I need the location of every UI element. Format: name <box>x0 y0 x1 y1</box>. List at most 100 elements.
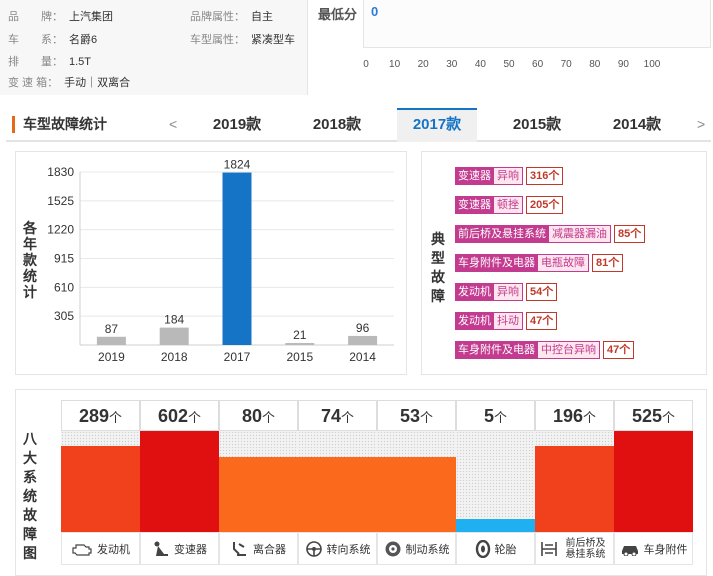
y-tick-label: 305 <box>54 309 74 323</box>
count-unit: 个 <box>420 410 434 425</box>
system-fault-count: 602个 <box>140 400 219 431</box>
fault-category: 变速器 <box>455 196 494 214</box>
system-fault-count: 289个 <box>61 400 140 431</box>
y-tick-label: 1220 <box>47 223 74 237</box>
tab-next-arrow[interactable]: > <box>697 116 705 132</box>
tab-2018[interactable]: 2018款 <box>297 108 377 142</box>
series-key: 车 系： <box>8 34 63 46</box>
system-label-text: 轮胎 <box>494 543 517 556</box>
typical-fault-item[interactable]: 车身附件及电器 中控台异响 47个 <box>455 340 635 360</box>
system-column[interactable]: 74个转向系统 <box>298 400 377 565</box>
yearly-fault-chart-panel: 各年款统计 305 610 915 1220 1525 1830 87 2019 184 2018… <box>15 151 407 375</box>
tab-2015[interactable]: 2015款 <box>497 108 577 142</box>
system-label: 转向系统 <box>298 532 377 565</box>
info-row-brand-attr: 品牌属性： 自主 <box>190 8 273 24</box>
car-info-panel: 品 牌： 上汽集团 品牌属性： 自主 车 系： 名爵6 车型属性： 紧凑型车 排 量： 1… <box>0 0 308 95</box>
system-column[interactable]: 196个 前后桥及悬挂系统 <box>535 400 614 565</box>
score-tick-label: 50 <box>503 59 515 70</box>
bar-value-label: 87 <box>105 322 119 336</box>
typical-fault-item[interactable]: 车身附件及电器 电瓶故障 81个 <box>455 253 624 273</box>
bar-2015 <box>285 343 315 345</box>
fault-type: 异响 <box>494 167 523 185</box>
score-bar-track <box>363 0 711 48</box>
steering-wheel-icon <box>305 540 327 558</box>
info-row-car-type: 车型属性： 紧凑型车 <box>190 31 295 47</box>
y-tick-label: 610 <box>54 280 74 294</box>
system-label-text: 车身附件 <box>643 543 688 556</box>
system-label-text: 发动机 <box>97 543 130 556</box>
system-fault-count: 74个 <box>298 400 377 431</box>
displacement-key: 排 量： <box>8 56 63 68</box>
system-column[interactable]: 53个制动系统 <box>377 400 456 565</box>
car-body-icon <box>620 542 644 556</box>
fault-count: 47个 <box>526 312 558 330</box>
system-fault-bar-track <box>614 431 693 532</box>
typical-fault-item[interactable]: 发动机 异响 54个 <box>455 282 558 302</box>
info-row-gearbox: 变 速 箱： 手动｜双离合 <box>8 74 130 90</box>
system-fault-bar <box>535 446 614 532</box>
typical-fault-item[interactable]: 发动机 抖动 47个 <box>455 311 558 331</box>
system-fault-count: 80个 <box>219 400 298 431</box>
system-column[interactable]: 289个发动机 <box>61 400 140 565</box>
score-tick-label: 90 <box>617 59 629 70</box>
fault-category: 前后桥及悬挂系统 <box>455 225 549 243</box>
system-fault-bar <box>298 457 377 532</box>
info-row-brand: 品 牌： 上汽集团 <box>8 8 113 24</box>
fault-count: 85个 <box>614 225 646 243</box>
brand-attr-key: 品牌属性： <box>190 11 245 23</box>
bar-value-label: 184 <box>164 313 184 327</box>
score-tick-label: 60 <box>532 59 544 70</box>
system-fault-count: 196个 <box>535 400 614 431</box>
tab-2017[interactable]: 2017款 <box>397 108 477 142</box>
count-unit: 个 <box>494 410 508 425</box>
fault-count: 81个 <box>592 254 624 272</box>
year-tab-bar: 车型故障统计 < 2019款 2018款 2017款 2015款 2014款 > <box>6 108 711 142</box>
count-unit: 个 <box>262 410 276 425</box>
fault-count: 205个 <box>526 196 564 214</box>
eight-system-faults-panel: 八大系统故障图 289个 发动机 602个 变速器 80个 离合器 74个 转向系统 53个 制动… <box>15 389 707 576</box>
clutch-pedal-icon <box>231 540 253 558</box>
system-fault-bar-track <box>535 431 614 532</box>
system-fault-count: 5个 <box>456 400 535 431</box>
x-tick-label: 2014 <box>349 350 376 364</box>
tab-2019[interactable]: 2019款 <box>197 108 277 142</box>
typical-fault-item[interactable]: 变速器 顿挫 205个 <box>455 195 564 215</box>
fault-category: 变速器 <box>455 167 494 185</box>
fault-count: 316个 <box>526 167 564 185</box>
count-number: 53 <box>399 406 420 426</box>
system-fault-bar <box>614 431 693 532</box>
typical-faults-title: 典型故障 <box>431 231 445 304</box>
count-unit: 个 <box>341 410 355 425</box>
system-fault-bar <box>61 446 140 532</box>
typical-fault-item[interactable]: 前后桥及悬挂系统 减震器漏油 85个 <box>455 224 646 244</box>
bar-2017 <box>222 172 252 345</box>
bar-2019 <box>96 336 126 345</box>
tab-2014[interactable]: 2014款 <box>597 108 677 142</box>
system-column[interactable]: 525个 车身附件 <box>614 400 693 565</box>
x-tick-label: 2017 <box>224 350 251 364</box>
typical-fault-item[interactable]: 变速器 异响 316个 <box>455 166 564 186</box>
system-label-text: 制动系统 <box>405 543 450 556</box>
fault-type: 异响 <box>494 283 523 301</box>
yearly-fault-bar-chart: 305 610 915 1220 1525 1830 87 2019 184 2018 1824 20… <box>47 158 394 364</box>
system-column[interactable]: 602个变速器 <box>140 400 219 565</box>
brake-disc-icon <box>384 540 406 558</box>
system-fault-bar-track <box>140 431 219 532</box>
count-unit: 个 <box>583 410 597 425</box>
score-label: 最低分 <box>318 7 358 22</box>
system-column[interactable]: 5个轮胎 <box>456 400 535 565</box>
fault-type: 抖动 <box>494 312 523 330</box>
bar-value-label: 1824 <box>224 158 251 172</box>
system-label-text: 变速器 <box>174 543 207 556</box>
tab-prev-arrow[interactable]: < <box>169 116 177 132</box>
fault-type: 中控台异响 <box>538 341 600 359</box>
count-unit: 个 <box>188 410 202 425</box>
system-column[interactable]: 80个 离合器 <box>219 400 298 565</box>
typical-faults-panel: 典型故障 变速器 异响 316个 变速器 顿挫 205个 前后桥及悬挂系统 减震器漏油 85个车… <box>421 151 707 375</box>
fault-category: 车身附件及电器 <box>455 341 538 359</box>
displacement-value: 1.5T <box>69 56 92 68</box>
score-tick-label: 30 <box>446 59 458 70</box>
info-row-displacement: 排 量： 1.5T <box>8 53 91 69</box>
fault-category: 发动机 <box>455 312 494 330</box>
count-number: 289 <box>78 406 110 426</box>
